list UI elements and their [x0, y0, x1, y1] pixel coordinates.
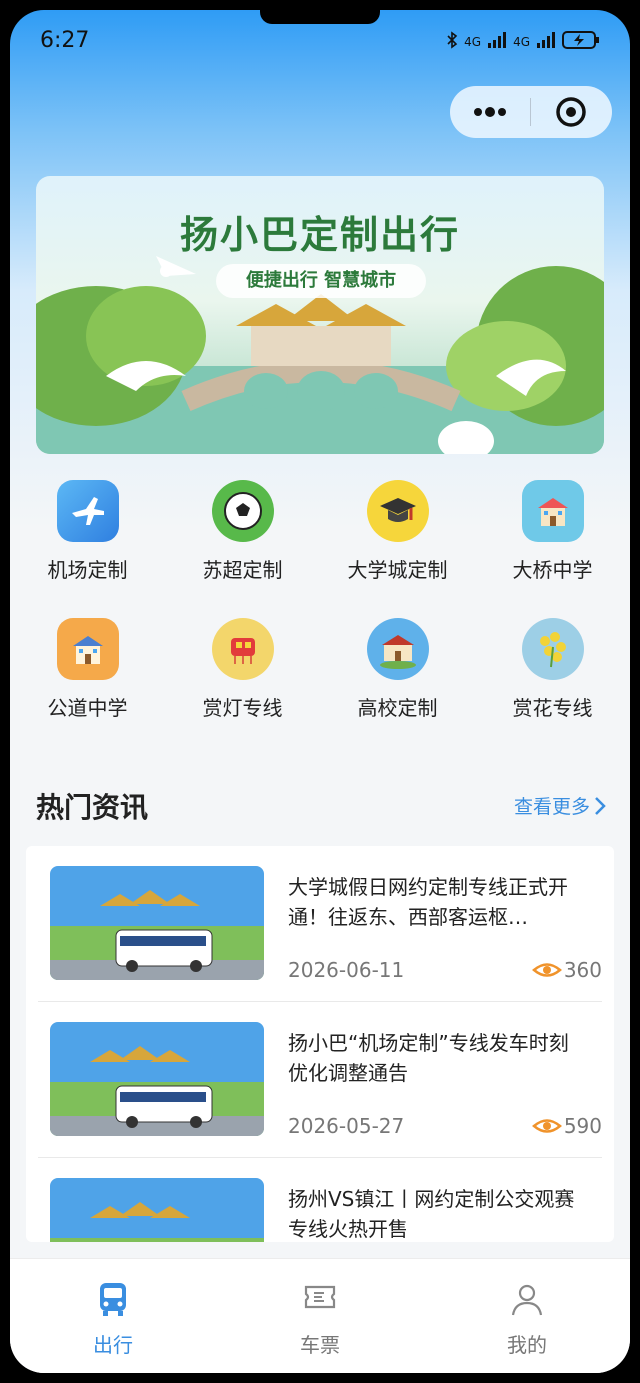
banner-title: 扬小巴定制出行	[179, 213, 460, 257]
graduation-cap-icon	[366, 480, 429, 542]
news-header: 热门资讯 查看更多	[36, 786, 606, 826]
tab-profile[interactable]: 我的	[424, 1259, 630, 1373]
news-view-count: 590	[563, 1114, 602, 1138]
news-item[interactable]: 大学城假日网约定制专线正式开通！往返东、西部客运枢… 2026-06-11 36…	[26, 846, 614, 1002]
banner-subtitle: 便捷出行 智慧城市	[216, 264, 426, 298]
lantern-icon	[211, 618, 274, 680]
news-title: 扬州VS镇江丨网约定制公交观赛专线火热开售	[288, 1187, 575, 1241]
news-views: 590	[531, 1114, 602, 1138]
service-su-super-league[interactable]: 苏超定制	[165, 480, 320, 600]
news-item[interactable]: 扬州VS镇江丨网约定制公交观赛专线火热开售	[26, 1158, 614, 1242]
bottom-tab-bar: 出行 车票 我的	[10, 1258, 630, 1373]
service-label: 机场定制	[47, 558, 128, 582]
news-date: 2026-06-11	[288, 958, 405, 982]
status-time: 6:27	[40, 28, 90, 53]
service-label: 苏超定制	[202, 558, 283, 582]
view-more-label: 查看更多	[513, 796, 590, 818]
phone-screen: 6:27 4G 4G 扬小巴定制出行 便捷出行 智慧城市 机场定制 苏超定制 大…	[10, 10, 630, 1373]
service-airport[interactable]: 机场定制	[10, 480, 165, 600]
service-lantern-line[interactable]: 赏灯专线	[165, 618, 320, 738]
service-label: 赏花专线	[512, 696, 593, 720]
news-section-title: 热门资讯	[36, 791, 149, 824]
tab-travel[interactable]: 出行	[10, 1259, 216, 1373]
service-label: 大桥中学	[512, 558, 593, 582]
news-thumbnail	[50, 1178, 264, 1242]
close-miniprogram-button[interactable]	[531, 86, 611, 138]
more-menu-button[interactable]	[450, 86, 530, 138]
news-list: 大学城假日网约定制专线正式开通！往返东、西部客运枢… 2026-06-11 36…	[26, 846, 614, 1242]
airplane-icon	[56, 480, 119, 542]
service-college[interactable]: 高校定制	[320, 618, 475, 738]
school-building-icon	[56, 618, 119, 680]
tab-tickets[interactable]: 车票	[217, 1259, 423, 1373]
network-label-1: 4G	[464, 34, 482, 49]
eye-icon	[531, 1119, 562, 1133]
signal-icon	[536, 32, 556, 51]
news-date: 2026-05-27	[288, 1114, 405, 1138]
status-bar: 6:27 4G 4G	[10, 10, 630, 70]
signal-icon	[487, 32, 507, 51]
bus-icon	[10, 1281, 216, 1321]
battery-icon	[562, 30, 600, 53]
tab-label: 我的	[507, 1333, 547, 1357]
more-dots-icon	[474, 107, 506, 117]
promo-banner[interactable]: 扬小巴定制出行 便捷出行 智慧城市	[36, 176, 604, 454]
bluetooth-icon	[446, 31, 458, 52]
target-close-icon	[556, 97, 586, 127]
service-label: 大学城定制	[347, 558, 448, 582]
news-thumbnail	[50, 866, 264, 980]
news-view-count: 360	[563, 958, 602, 982]
chevron-right-icon	[595, 796, 606, 815]
flower-icon	[521, 618, 584, 680]
miniprogram-capsule	[450, 86, 612, 138]
service-label: 公道中学	[47, 696, 128, 720]
school-building-icon	[521, 480, 584, 542]
eye-icon	[531, 963, 562, 977]
news-item[interactable]: 扬小巴“机场定制”专线发车时刻优化调整通告 2026-05-27 590	[26, 1002, 614, 1158]
tab-label: 车票	[300, 1333, 340, 1357]
view-more-link[interactable]: 查看更多	[514, 792, 606, 819]
campus-icon	[366, 618, 429, 680]
network-label-2: 4G	[513, 34, 530, 49]
news-views: 360	[531, 958, 602, 982]
service-flower-line[interactable]: 赏花专线	[475, 618, 630, 738]
news-thumbnail	[50, 1022, 264, 1136]
tab-label: 出行	[93, 1333, 133, 1357]
service-gongdao-school[interactable]: 公道中学	[10, 618, 165, 738]
news-title: 扬小巴“机场定制”专线发车时刻优化调整通告	[288, 1031, 569, 1085]
service-university-town[interactable]: 大学城定制	[320, 480, 475, 600]
user-icon	[424, 1281, 630, 1321]
ticket-icon	[217, 1281, 423, 1321]
soccer-ball-icon	[211, 480, 274, 542]
service-daqiao-school[interactable]: 大桥中学	[475, 480, 630, 600]
news-title: 大学城假日网约定制专线正式开通！往返东、西部客运枢…	[288, 875, 568, 929]
status-icons: 4G 4G	[446, 30, 600, 53]
service-label: 高校定制	[357, 696, 438, 720]
service-label: 赏灯专线	[202, 696, 283, 720]
